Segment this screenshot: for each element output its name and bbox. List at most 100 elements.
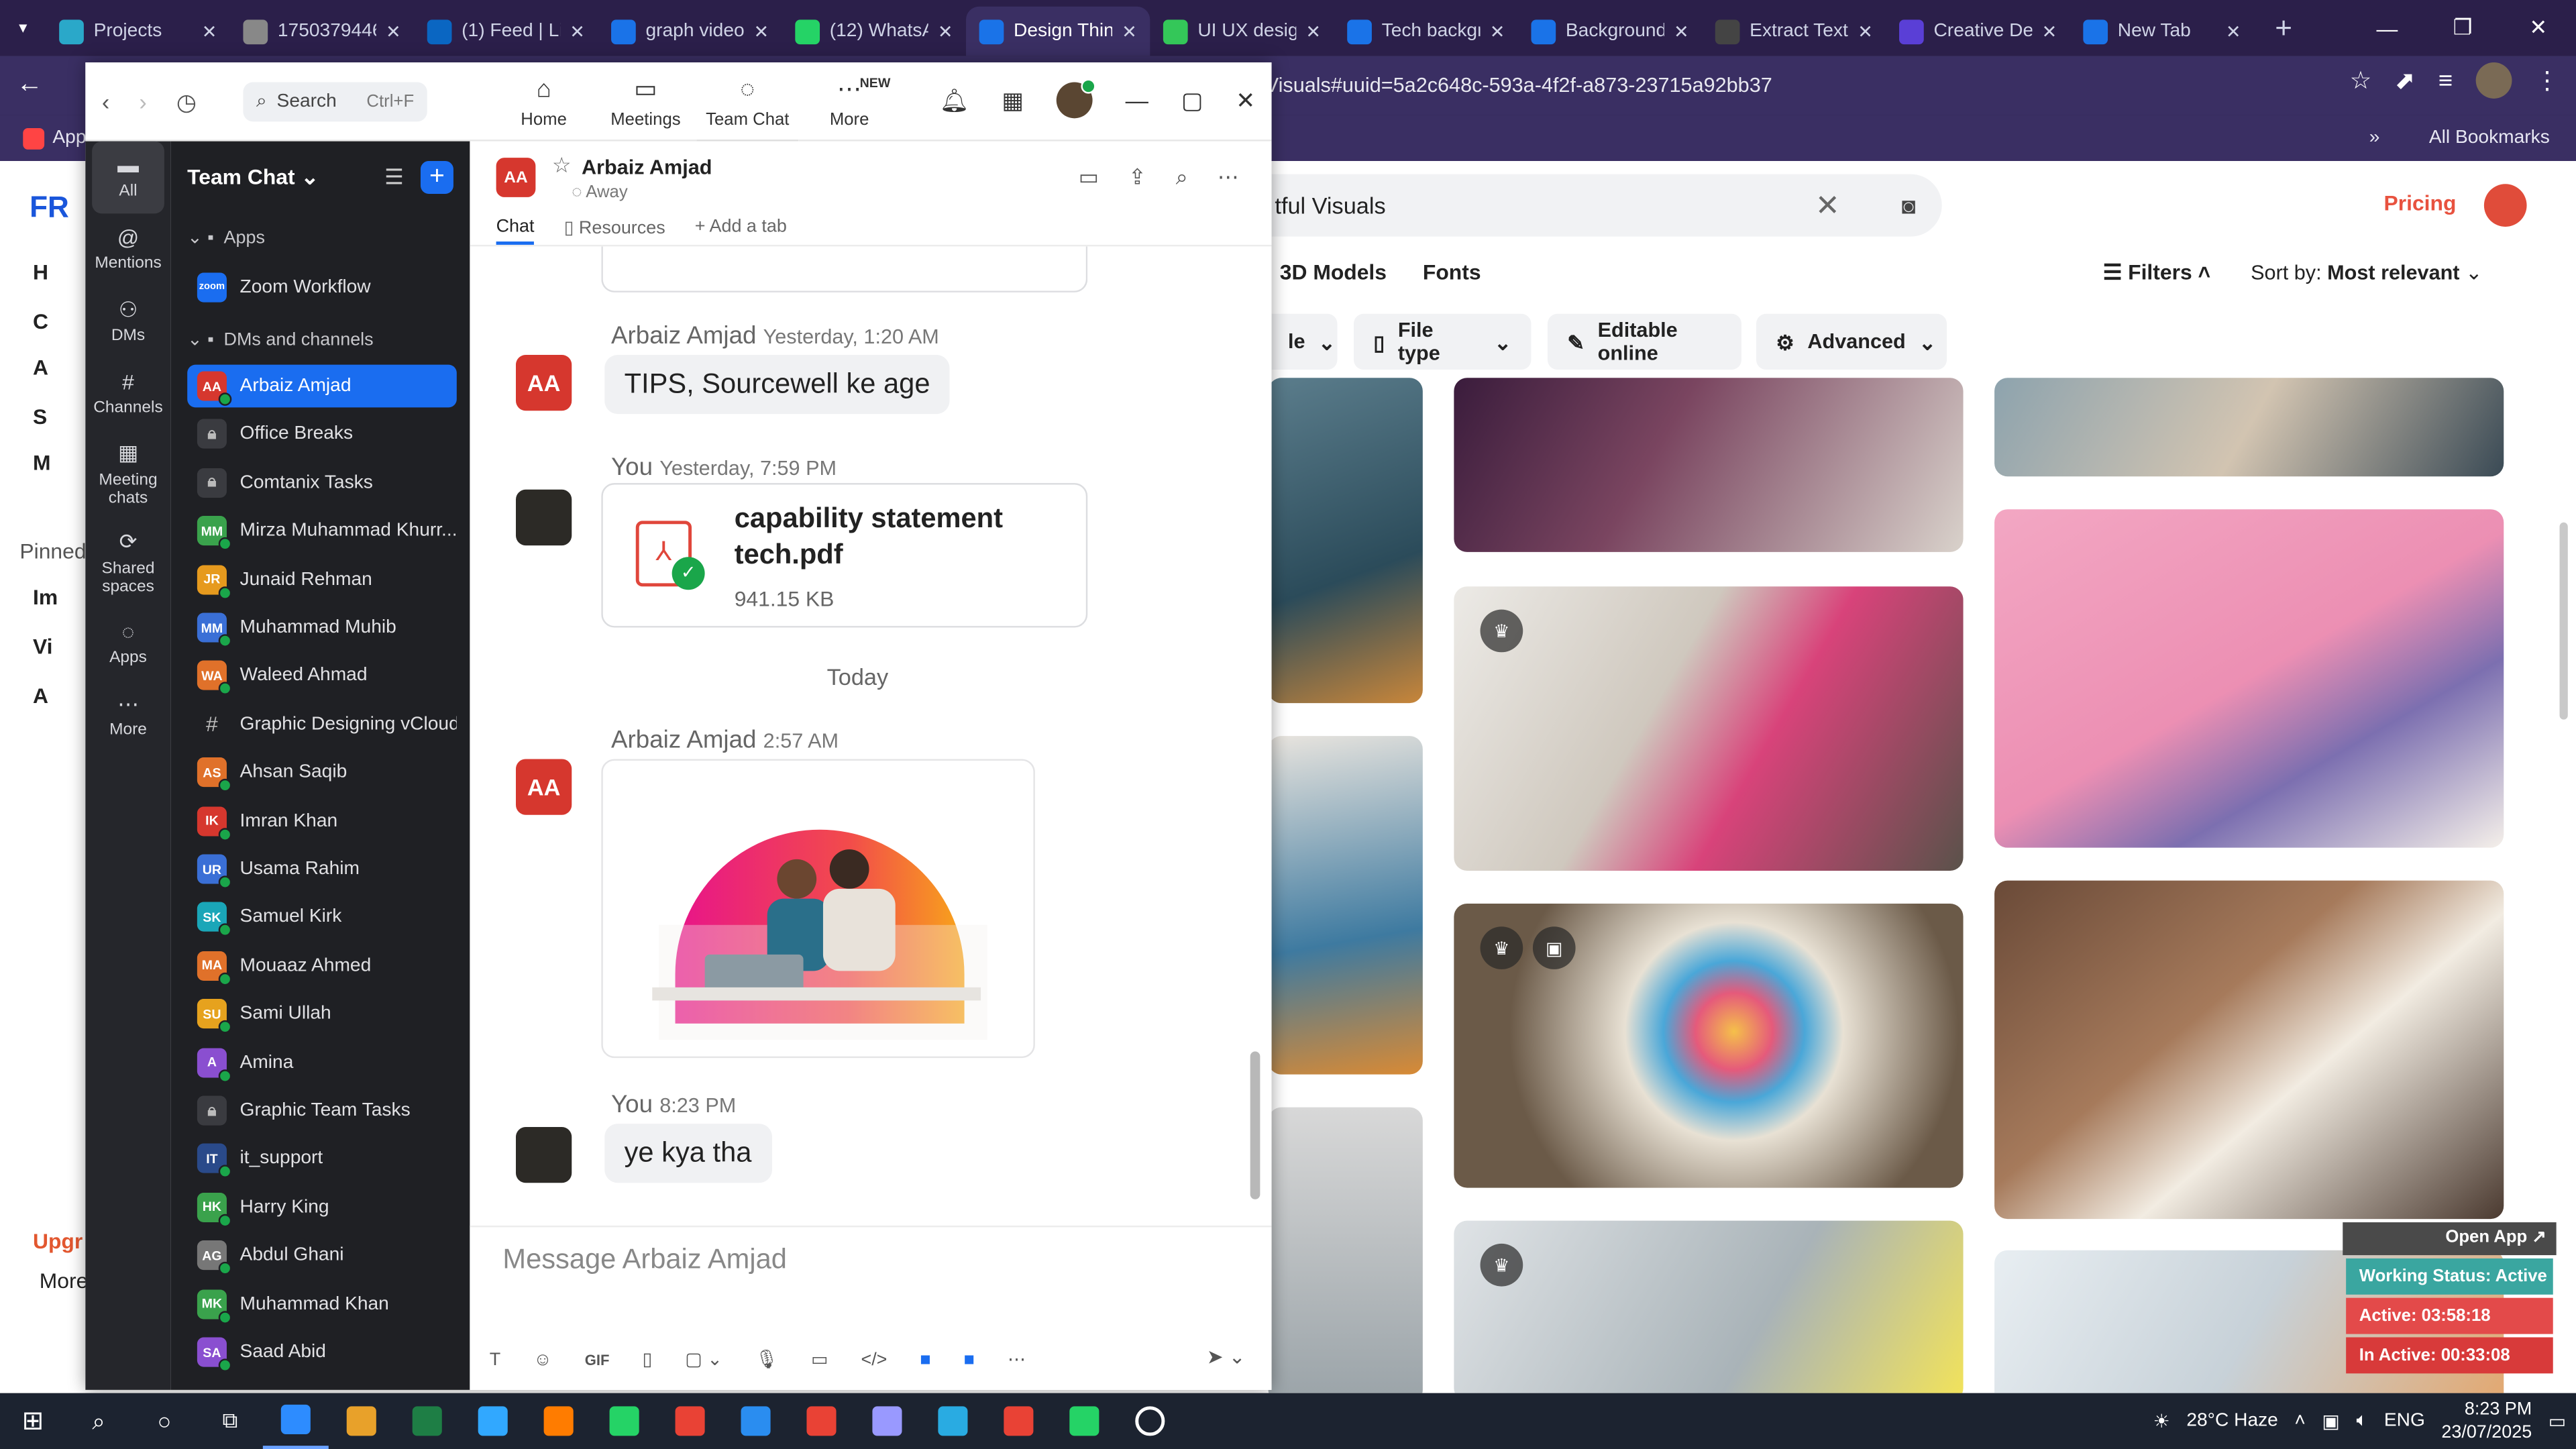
taskbar-app[interactable] [985,1393,1051,1449]
taskbar-app[interactable] [592,1393,657,1449]
rail-item-more[interactable]: ⋯ More [85,680,170,753]
address-bar[interactable]: Visuals#uuid=5a2c648c-593a-4f2f-a873-237… [1265,62,2284,109]
browser-tab[interactable]: (12) WhatsA ✕ [782,7,966,56]
file-attachment[interactable]: ⅄ ✓ capability statement tech.pdf 941.15… [601,483,1088,628]
sidebar-item[interactable]: SA Saad Abid [187,1331,457,1374]
taskbar-app[interactable] [460,1393,526,1449]
pricing-link[interactable]: Pricing [2383,191,2456,215]
chrome-menu-icon[interactable]: ⋮ [2535,66,2560,95]
sidebar-item[interactable]: A Amina [187,1041,457,1084]
message-input[interactable]: Message Arbaiz Amjad [502,1244,786,1277]
tab-chat[interactable]: Chat [496,217,535,245]
stock-photo[interactable] [1994,880,2504,1220]
close-tab-icon[interactable]: ✕ [1305,21,1321,42]
forward-icon[interactable]: › [139,89,146,117]
browser-tab[interactable]: Extract Text ✕ [1702,7,1886,56]
add-tab-button[interactable]: + Add a tab [695,217,787,245]
sidebar-item[interactable]: 🔒︎ Graphic Team Tasks [187,1089,457,1132]
visual-search-icon[interactable]: ◙ [1902,174,1916,237]
back-icon[interactable]: ← [0,70,59,100]
tab-team-chat[interactable]: ◌ Team Chat [696,62,799,142]
message-avatar[interactable]: AA [515,759,572,815]
browser-tab[interactable]: graph video ✕ [598,7,782,56]
tab-meetings[interactable]: ▭ Meetings [595,62,697,142]
site-nav-item[interactable]: H [33,260,48,284]
taskbar-app[interactable] [526,1393,592,1449]
site-nav-item[interactable]: A [33,684,48,708]
taskbar-app[interactable] [854,1393,920,1449]
file-icon[interactable]: ▯ [642,1349,652,1370]
browser-tab[interactable]: Creative De ✕ [1886,7,2070,56]
rail-item-meeting-chats[interactable]: ▦ Meeting chats [85,431,170,519]
chat-scrollbar[interactable] [1245,246,1261,1216]
sidebar-item[interactable]: MK Muhammad Khan [187,1283,457,1326]
emoji-icon[interactable]: ☺ [533,1350,552,1369]
sidebar-item[interactable]: MM Mirza Muhammad Khurr... [187,510,457,553]
tab-search-icon[interactable]: ▾ [0,0,46,56]
clear-search-icon[interactable]: ✕ [1815,174,1840,237]
message-bubble[interactable]: TIPS, Sourcewell ke age [604,354,950,415]
bell-icon[interactable]: 🔔︎ [940,87,969,115]
stock-photo[interactable]: ♛ [1454,1220,1964,1393]
site-nav-item[interactable]: A [33,355,48,380]
browser-tab[interactable]: (1) Feed | Lin ✕ [414,7,598,56]
clock[interactable]: 8:23 PM 23/07/2025 [2441,1398,2532,1444]
taskbar-app[interactable] [1051,1393,1117,1449]
tab-resources[interactable]: ▯ Resources [564,217,665,245]
sidebar-item[interactable]: JR Junaid Rehman [187,558,457,601]
restore-icon[interactable]: ❐ [2425,0,2501,56]
contact-name[interactable]: Arbaiz Amjad [582,156,712,179]
minimize-icon[interactable]: — [2349,0,2425,56]
sidebar-item[interactable]: WA Waleed Ahmad [187,655,457,698]
tab-more[interactable]: NEW ⋯ More [798,62,900,142]
more-options-icon[interactable]: ⋯ [1218,164,1239,191]
upgrade-link[interactable]: Upgr [33,1229,83,1254]
rail-item-apps[interactable]: ◌ Apps [85,608,170,680]
bookmark-star-icon[interactable]: ☆ [2350,66,2372,95]
sidebar-item[interactable]: SK Samuel Kirk [187,896,457,939]
taskbar-app[interactable] [329,1393,394,1449]
apps-section-toggle[interactable]: ⌄ ▪ Apps [187,227,265,248]
share-screen-icon[interactable]: ⇪ [1128,164,1146,191]
app-integration-icon[interactable]: ■ [920,1350,930,1369]
filters-toggle[interactable]: ☰ Filters ˄ [2103,260,2210,286]
my-avatar[interactable] [1056,78,1096,119]
site-search-input[interactable]: tful Visuals ✕ ◙ [1268,174,1942,237]
rail-item-shared-spaces[interactable]: ⟳ Shared spaces [85,519,170,608]
browser-tab[interactable]: 1750379446 ✕ [230,7,414,56]
taskbar-app[interactable] [262,1393,329,1449]
close-tab-icon[interactable]: ✕ [1490,21,1505,42]
close-tab-icon[interactable]: ✕ [1122,21,1137,42]
close-tab-icon[interactable]: ✕ [938,21,953,42]
rail-item-channels[interactable]: # Channels [85,358,170,431]
filter-style-button[interactable]: le ⌄ [1268,313,1338,370]
volume-icon[interactable]: 🔈︎ [2356,1410,2367,1432]
close-tab-icon[interactable]: ✕ [754,21,769,42]
open-app-link[interactable]: Open App ↗ [2343,1222,2557,1256]
sidebar-item-zoom-workflow[interactable]: zoom Zoom Workflow [187,266,457,309]
message-avatar[interactable] [515,489,572,546]
profile-avatar[interactable] [2475,62,2512,99]
calendar-icon[interactable]: ▦ [1002,87,1023,115]
browser-tab[interactable]: New Tab ✕ [2070,7,2254,56]
more-link[interactable]: More [40,1269,89,1293]
weather[interactable]: 28°C Haze [2186,1411,2278,1431]
stock-photo[interactable]: ♛ ▣ [1454,903,1964,1188]
user-avatar[interactable] [2483,184,2527,227]
code-icon[interactable]: </> [861,1350,887,1369]
image-attachment[interactable] [601,759,1035,1059]
site-nav-item[interactable]: M [33,450,51,475]
close-tab-icon[interactable]: ✕ [1674,21,1689,42]
new-chat-button[interactable]: + [420,161,453,194]
more-tools-icon[interactable]: ⋯ [1008,1349,1026,1370]
app-integration-icon[interactable]: ■ [964,1350,975,1369]
stock-photo[interactable] [1268,736,1423,1075]
sidebar-item[interactable]: 🔒︎ Office Breaks [187,413,457,456]
taskbar-app[interactable] [657,1393,723,1449]
sidebar-item[interactable]: IK Imran Khan [187,800,457,843]
bookmark-item[interactable]: App [23,127,86,149]
microphone-icon[interactable]: 🎙︎ [755,1349,778,1370]
zoom-search-input[interactable]: ⌕ Search Ctrl+F [243,82,427,122]
taskbar-app[interactable] [394,1393,460,1449]
page-scrollbar[interactable] [2559,522,2568,720]
